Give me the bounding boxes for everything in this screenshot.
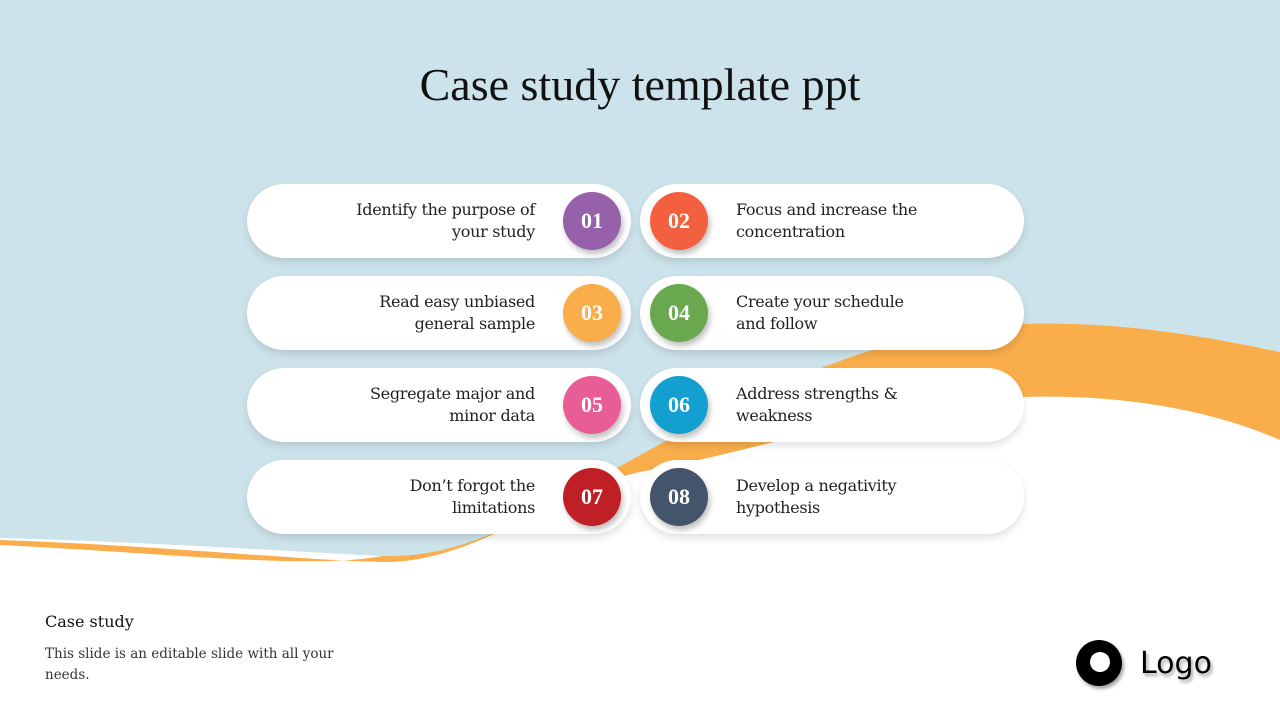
step-card-05: Segregate major and minor data 05 (247, 368, 631, 442)
step-card-02: 02 Focus and increase the concentration (640, 184, 1024, 258)
step-card-07: Don’t forgot the limitations 07 (247, 460, 631, 534)
step-number-badge: 07 (563, 468, 621, 526)
step-card-03: Read easy unbiased general sample 03 (247, 276, 631, 350)
step-number-badge: 08 (650, 468, 708, 526)
footer-description: This slide is an editable slide with all… (45, 646, 334, 683)
step-number-badge: 03 (563, 284, 621, 342)
footer-title: Case study (45, 612, 134, 631)
step-card-04: 04 Create your schedule and follow (640, 276, 1024, 350)
step-text: Read easy unbiased general sample (379, 292, 535, 333)
step-text: Focus and increase the concentration (736, 200, 918, 241)
step-text: Don’t forgot the limitations (409, 476, 536, 517)
step-text: Create your schedule and follow (736, 292, 904, 333)
slide-title: Case study template ppt (419, 59, 861, 110)
step-card-01: Identify the purpose of your study 01 (247, 184, 631, 258)
step-number-badge: 01 (563, 192, 621, 250)
step-text: Identify the purpose of your study (356, 200, 535, 241)
logo-text: Logo (1140, 645, 1212, 681)
step-text: Address strengths & weakness (736, 384, 898, 425)
step-number-badge: 04 (650, 284, 708, 342)
step-text: Develop a negativity hypothesis (736, 476, 897, 517)
step-number-badge: 06 (650, 376, 708, 434)
step-number-badge: 05 (563, 376, 621, 434)
logo: Logo (1076, 640, 1212, 686)
step-card-08: 08 Develop a negativity hypothesis (640, 460, 1024, 534)
logo-ring-icon (1076, 640, 1122, 686)
step-card-06: 06 Address strengths & weakness (640, 368, 1024, 442)
step-text: Segregate major and minor data (370, 384, 535, 425)
step-number-badge: 02 (650, 192, 708, 250)
